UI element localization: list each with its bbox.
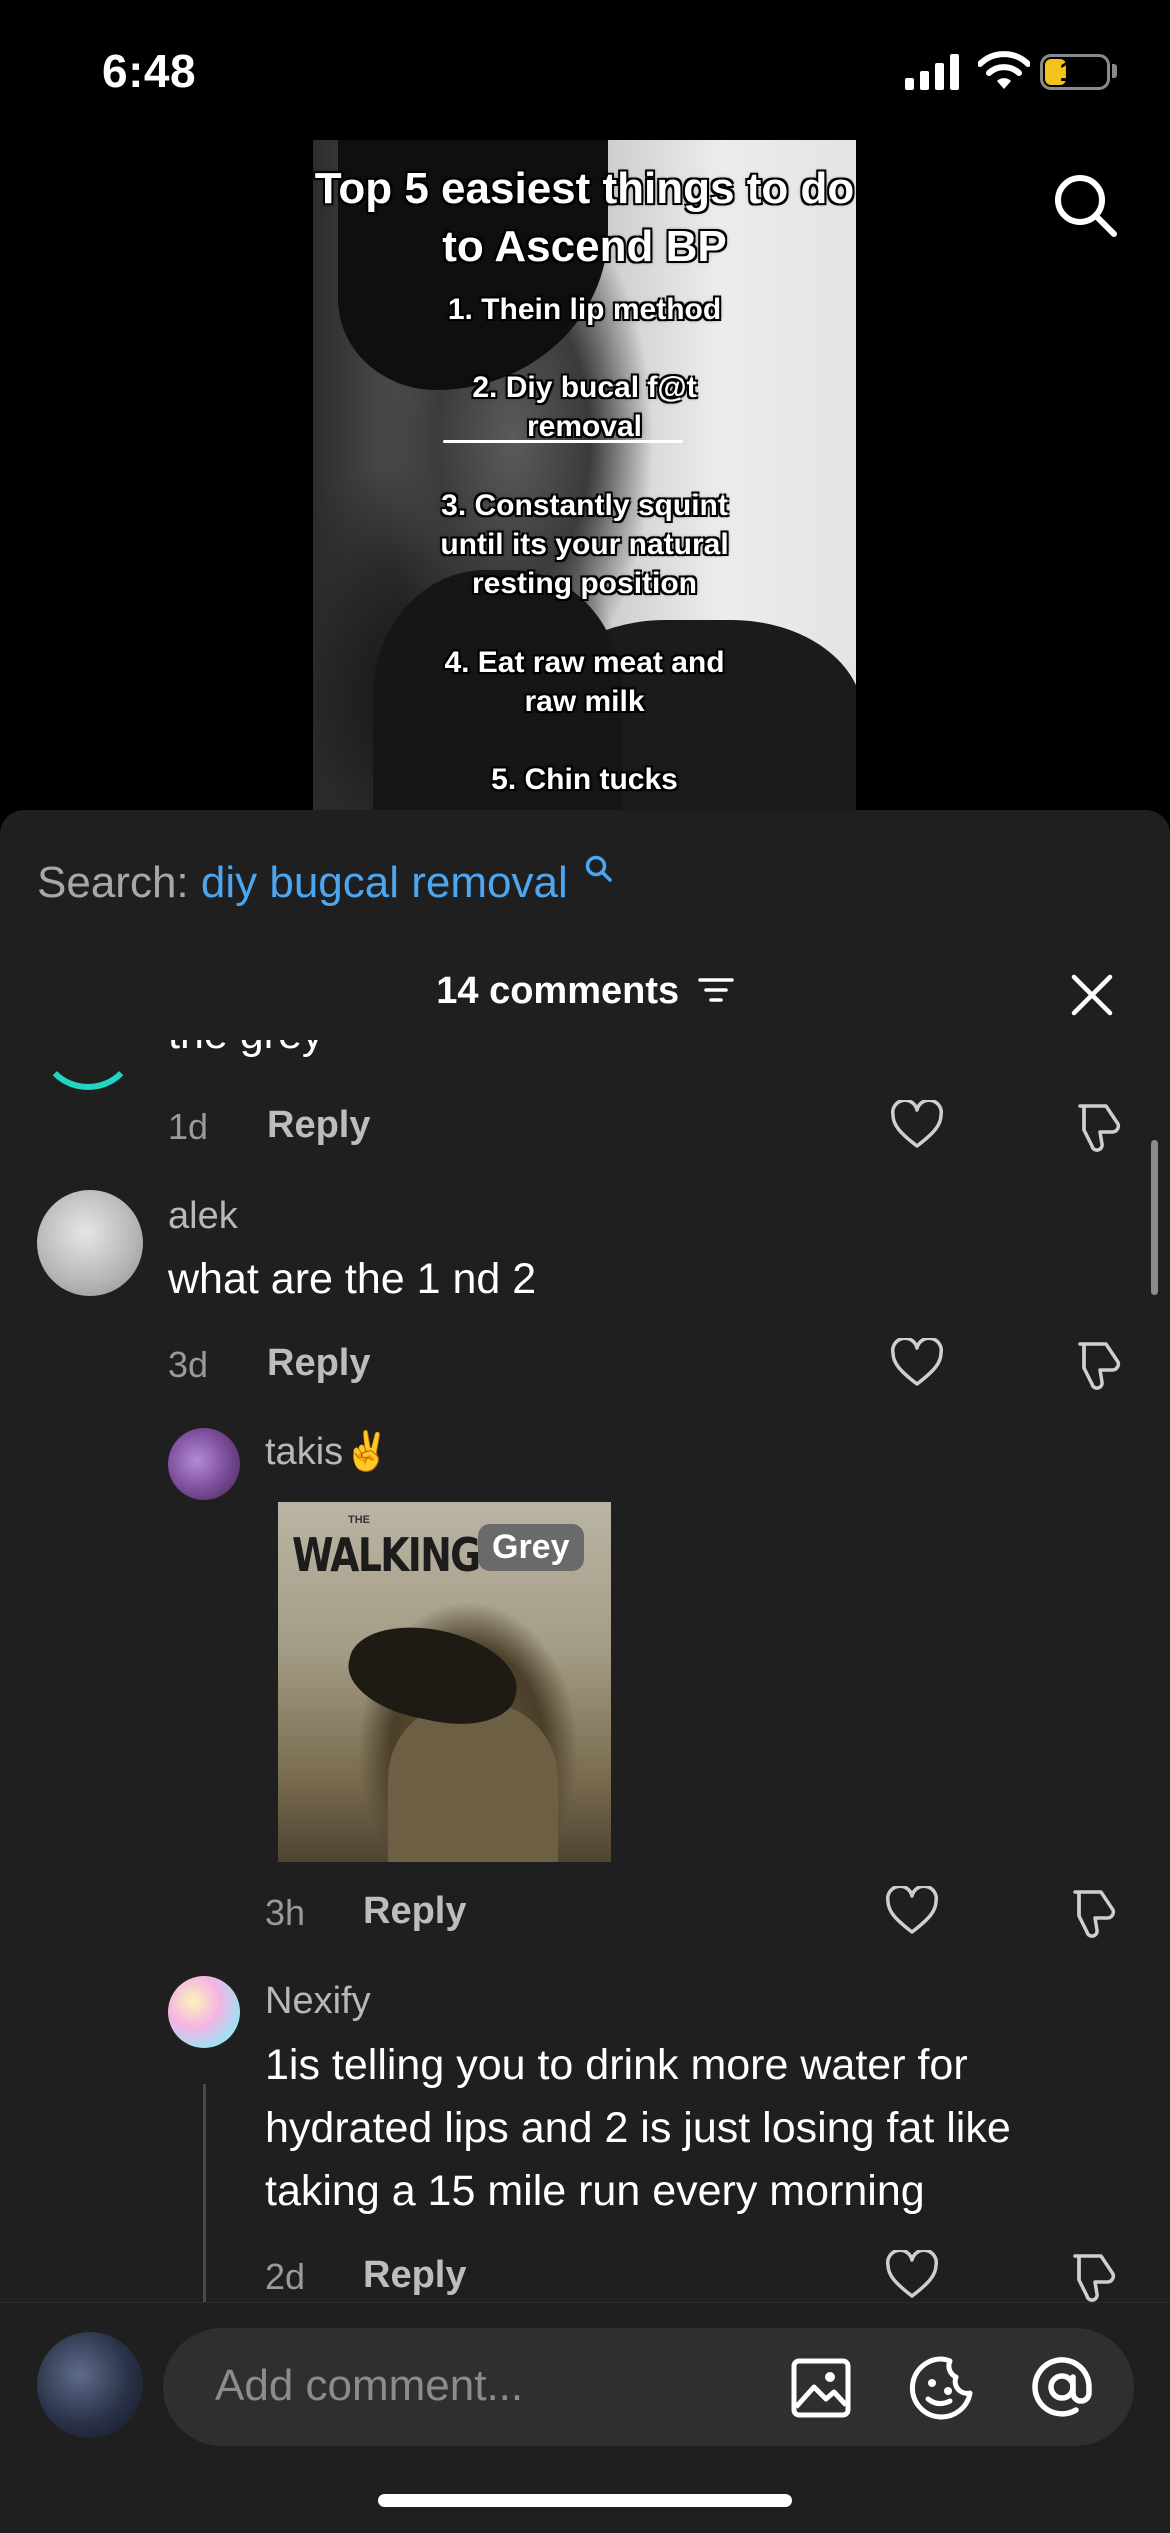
close-icon[interactable] — [1070, 973, 1114, 1017]
poster-title: WALKING — [292, 1528, 481, 1582]
heart-icon[interactable] — [890, 1100, 944, 1150]
reply-button[interactable]: Reply — [363, 2254, 466, 2297]
wifi-icon — [978, 51, 1030, 89]
reply-button[interactable]: Reply — [267, 1104, 370, 1147]
battery-tip — [1112, 64, 1117, 78]
comment-username[interactable]: Nexify — [265, 1980, 371, 2023]
avatar[interactable] — [168, 1428, 240, 1500]
comment-text-line-3: taking a 15 mile run every morning — [265, 2167, 925, 2215]
comment-age: 3h — [265, 1892, 306, 1933]
comment-age: 2d — [265, 2256, 306, 2297]
thread-line — [203, 2084, 206, 2302]
battery-icon: 18 — [1040, 54, 1110, 90]
related-search-query[interactable]: diy bugcal removal — [201, 858, 568, 907]
avatar[interactable] — [37, 1190, 143, 1296]
reply-button[interactable]: Reply — [267, 1342, 370, 1385]
heart-icon[interactable] — [890, 1338, 944, 1388]
reply-button[interactable]: Reply — [363, 1890, 466, 1933]
comment-username[interactable]: alek — [168, 1195, 238, 1238]
video-line-6: resting position — [472, 567, 697, 600]
related-search-label: Search: — [37, 858, 189, 907]
comment-age: 3d — [168, 1344, 209, 1385]
video-line-8: raw milk — [524, 685, 645, 718]
comment-age: 1d — [168, 1106, 209, 1147]
home-indicator — [378, 2494, 792, 2507]
related-search[interactable]: Search: diy bugcal removal — [37, 855, 614, 908]
my-avatar — [37, 2332, 143, 2438]
video-line-7: 4. Eat raw meat and — [444, 646, 725, 679]
battery-percent: 18 — [1059, 56, 1091, 87]
comments-list: the grey 1d Reply alek what are the 1 nd… — [0, 1040, 1170, 2302]
video-text-underline — [443, 440, 683, 443]
emoji-icon[interactable] — [908, 2355, 976, 2421]
dislike-icon[interactable] — [1070, 1338, 1124, 1392]
comment-username[interactable]: takis✌️ — [265, 1430, 390, 1474]
comment-input[interactable] — [213, 2355, 737, 2417]
comments-count: 14 comments — [436, 970, 680, 1012]
video-title: Top 5 easiest things to do to Ascend BP — [314, 164, 855, 271]
dislike-icon[interactable] — [1070, 1100, 1124, 1154]
dislike-icon[interactable] — [1065, 2250, 1119, 2302]
video-preview[interactable]: Top 5 easiest things to do to Ascend BP … — [313, 140, 856, 810]
cellular-signal-icon — [905, 54, 959, 90]
image-icon[interactable] — [790, 2357, 852, 2419]
comment-image[interactable]: THE WALKING Grey — [278, 1502, 611, 1862]
video-line-9: 5. Chin tucks — [491, 763, 678, 796]
heart-icon[interactable] — [885, 2250, 939, 2300]
avatar[interactable] — [38, 1040, 138, 1090]
dislike-icon[interactable] — [1065, 1886, 1119, 1940]
at-icon[interactable] — [1028, 2353, 1096, 2421]
poster-badge: Grey — [478, 1524, 584, 1571]
video-line-2: 2. Diy bucal f@t — [472, 371, 697, 404]
avatar[interactable] — [168, 1976, 240, 2048]
sort-icon[interactable] — [697, 975, 734, 1005]
scrollbar[interactable] — [1151, 1140, 1158, 1295]
search-icon[interactable] — [1052, 172, 1120, 240]
video-line-1: 1. Thein lip method — [447, 293, 722, 326]
comment-text: what are the 1 nd 2 — [168, 1255, 537, 1303]
search-small-icon — [585, 855, 612, 882]
comments-count-header: 14 comments — [0, 970, 1170, 1013]
comment-text: the grey — [168, 1040, 323, 1059]
comment-text-line-1: 1is telling you to drink more water for — [265, 2041, 968, 2089]
video-line-5: until its your natural — [440, 528, 729, 561]
status-time: 6:48 — [102, 45, 197, 97]
heart-icon[interactable] — [885, 1886, 939, 1936]
video-line-4: 3. Constantly squint — [441, 489, 728, 522]
poster-figure — [388, 1702, 558, 1862]
poster-subtitle: THE — [348, 1514, 370, 1526]
comment-text-line-2: hydrated lips and 2 is just losing fat l… — [265, 2104, 1011, 2152]
